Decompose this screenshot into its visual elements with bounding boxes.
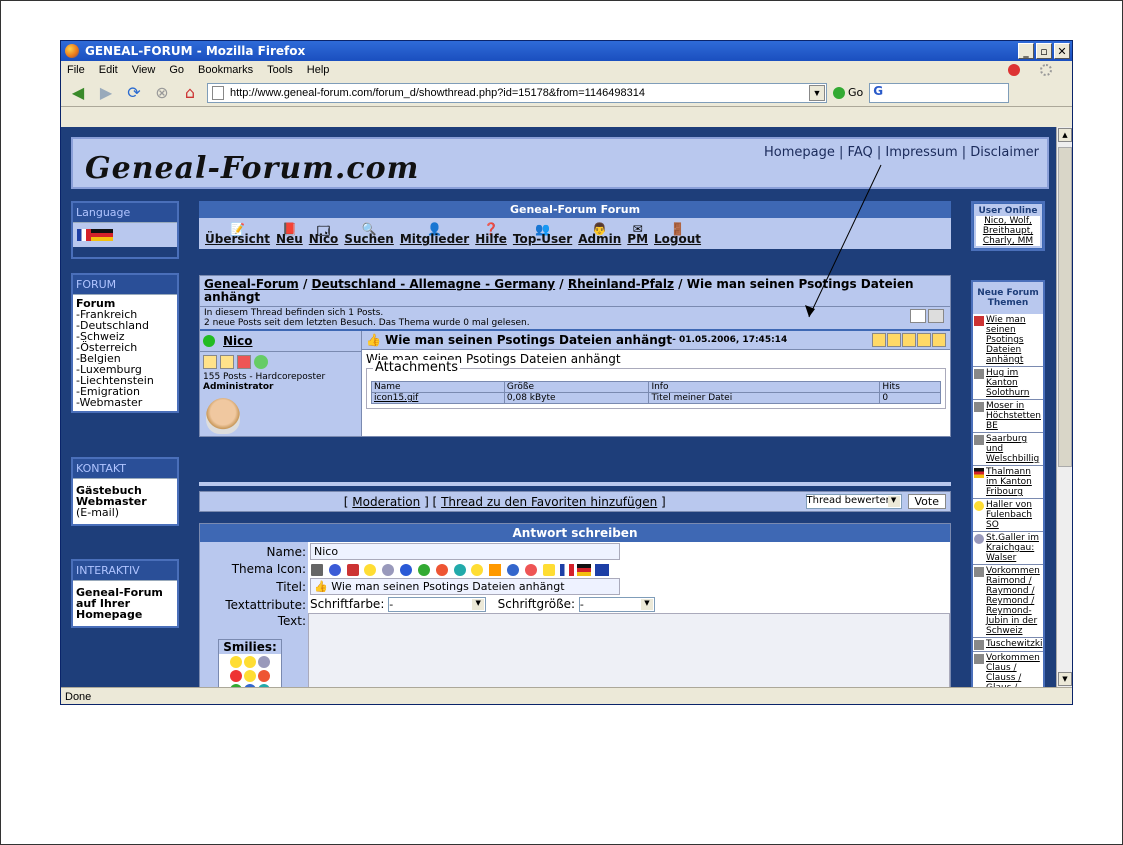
- firefox-icon: [65, 44, 79, 58]
- window-titlebar: GENEAL-FORUM - Mozilla Firefox _ ▫ ✕: [61, 41, 1072, 61]
- go-label: Go: [848, 86, 864, 99]
- menu-edit[interactable]: Edit: [99, 64, 118, 76]
- menu-bar: File Edit View Go Bookmarks Tools Help: [61, 61, 1072, 79]
- stop-icon[interactable]: ⊗: [151, 83, 173, 103]
- scroll-down-icon[interactable]: ▼: [1058, 672, 1072, 686]
- forward-icon[interactable]: ▶: [95, 83, 117, 103]
- browser-window: GENEAL-FORUM - Mozilla Firefox _ ▫ ✕ Fil…: [60, 40, 1073, 705]
- go-button[interactable]: Go: [833, 86, 863, 99]
- scroll-up-icon[interactable]: ▲: [1058, 128, 1072, 142]
- status-bar: Done: [61, 687, 1072, 704]
- stop-indicator-icon: [1008, 64, 1020, 76]
- reload-icon[interactable]: ⟳: [123, 83, 145, 103]
- menu-tools[interactable]: Tools: [267, 64, 293, 76]
- status-text: Done: [65, 690, 92, 703]
- url-input[interactable]: http://www.geneal-forum.com/forum_d/show…: [207, 82, 827, 103]
- menu-bookmarks[interactable]: Bookmarks: [198, 64, 253, 76]
- menu-file[interactable]: File: [67, 64, 85, 76]
- annotation-arrow: [805, 164, 882, 318]
- url-dropdown-button[interactable]: ▼: [809, 84, 825, 101]
- minimize-button[interactable]: _: [1018, 43, 1034, 59]
- menu-view[interactable]: View: [132, 64, 156, 76]
- search-engine-icon: G: [873, 83, 884, 98]
- menu-go[interactable]: Go: [169, 64, 184, 76]
- menu-help[interactable]: Help: [307, 64, 330, 76]
- vertical-scrollbar[interactable]: ▲ ▼: [1056, 127, 1072, 687]
- go-icon: [833, 86, 845, 99]
- close-button[interactable]: ✕: [1054, 43, 1070, 59]
- url-text: http://www.geneal-forum.com/forum_d/show…: [230, 86, 646, 99]
- window-title: GENEAL-FORUM - Mozilla Firefox: [85, 44, 306, 58]
- home-icon[interactable]: ⌂: [179, 83, 201, 103]
- scroll-thumb[interactable]: [1058, 147, 1072, 467]
- page-content: Geneal-Forum.com Homepage | FAQ | Impres…: [61, 127, 1058, 687]
- navigation-toolbar: ◀ ▶ ⟳ ⊗ ⌂ http://www.geneal-forum.com/fo…: [61, 79, 1072, 107]
- maximize-button[interactable]: ▫: [1036, 43, 1052, 59]
- throbber-icon: [1040, 64, 1052, 76]
- search-input[interactable]: G: [869, 82, 1010, 103]
- page-icon: [212, 85, 224, 100]
- back-icon[interactable]: ◀: [67, 83, 89, 103]
